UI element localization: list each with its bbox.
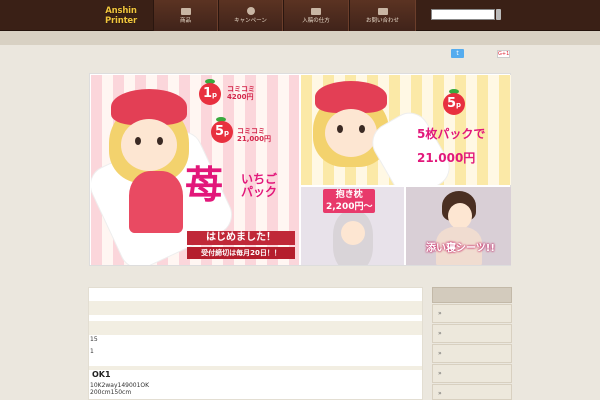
price-1: コミコミ 4200円	[227, 85, 255, 101]
logo-line-1: Anshin	[105, 6, 137, 16]
content-row	[89, 321, 422, 335]
anshin-printer-logo[interactable]: Anshin Printer	[103, 4, 139, 28]
strawberry-kanji: 苺	[185, 162, 224, 207]
sidebar-item-arrow: »	[438, 370, 442, 377]
star-icon	[246, 7, 255, 15]
sidebar-item[interactable]: »	[432, 344, 512, 363]
strawberry-label-line-2: パック	[241, 185, 278, 199]
main-content: 15 1 OK1 10K2way149001OK 200cm150cm	[88, 287, 423, 400]
sheet-panel[interactable]: 添い寝シーツ!!	[406, 187, 511, 265]
top-header: Anshin Printer 商品 キャンペーン 入稿の仕方 お問い合わせ	[0, 0, 600, 31]
five-pack-promo-line-2: 21.000円	[417, 151, 476, 165]
mail-icon	[377, 7, 388, 15]
dakimakura-price-tag: 抱き枕 2,200円～	[323, 189, 376, 213]
strawberry-pack-panel[interactable]: 1p コミコミ 4200円 5p コミコミ 21,000円 苺 いちご パック …	[91, 75, 299, 265]
sidebar-item[interactable]: »	[432, 384, 512, 400]
strawberry-label: いちご パック	[241, 173, 277, 199]
nav-item-label: 入稿の仕方	[302, 17, 330, 24]
five-pack-promo: 5枚パックで 21.000円	[417, 127, 485, 165]
sidebar-item-arrow: »	[438, 390, 442, 397]
dakimakura-tag-line-2: 2,200円～	[326, 202, 373, 212]
character-face	[448, 203, 472, 229]
launch-banner-text: はじめました！	[187, 231, 295, 245]
sidebar-item[interactable]: »	[432, 324, 512, 343]
badge-number: 5	[446, 96, 457, 111]
price-1-line-1: コミコミ	[227, 85, 255, 93]
badge-number: 1	[202, 86, 213, 101]
campaign-banner[interactable]: 1p コミコミ 4200円 5p コミコミ 21,000円 苺 いちご パック …	[89, 73, 511, 266]
dakimakura-tag-line-1: 抱き枕	[335, 190, 363, 200]
nav-item-label: お問い合わせ	[365, 17, 399, 24]
tag-icon	[180, 7, 191, 15]
nav-item-label: 商品	[179, 17, 191, 24]
search-input[interactable]	[431, 9, 495, 20]
character-eye	[135, 137, 141, 145]
sidebar-header	[432, 287, 512, 303]
five-pack-panel[interactable]: 5p 5枚パックで 21.000円	[301, 75, 511, 185]
content-text: 10K2way149001OK	[90, 382, 150, 389]
price-badge-5: 5p	[443, 93, 465, 115]
price-badge-2: 5p	[211, 121, 233, 143]
cart-icon	[311, 7, 321, 15]
nav-item-campaign[interactable]: キャンペーン	[218, 0, 283, 31]
character-eye	[337, 125, 343, 133]
content-title: OK1	[92, 370, 111, 379]
character-dress	[129, 171, 183, 233]
price-2-line-2: 21,000円	[237, 135, 272, 143]
badge-unit: p	[224, 129, 230, 137]
price-2: コミコミ 21,000円	[237, 127, 271, 143]
sidebar-item[interactable]: »	[432, 364, 512, 383]
character-eye	[157, 137, 163, 145]
content-text: 200cm150cm	[90, 389, 132, 396]
nav-item-contact[interactable]: お問い合わせ	[349, 0, 416, 31]
sidebar-item-arrow: »	[438, 350, 442, 357]
gplus-share-button[interactable]: G+1	[497, 50, 510, 58]
sidebar-item-arrow: »	[438, 310, 442, 317]
character-eye	[359, 125, 365, 133]
content-text: 15	[90, 336, 98, 343]
sidebar-item-arrow: »	[438, 330, 442, 337]
character-face	[121, 119, 177, 171]
logo-line-2: Printer	[104, 16, 137, 26]
deadline-text: 受付締切は毎月20日！！	[187, 247, 295, 259]
content-row	[89, 301, 422, 315]
badge-number: 5	[214, 124, 225, 139]
twitter-share-button[interactable]: t	[451, 49, 464, 58]
badge-unit: p	[456, 101, 462, 109]
character-face	[325, 109, 377, 157]
main-nav: 商品 キャンペーン 入稿の仕方 お問い合わせ	[153, 0, 416, 31]
price-2-line-1: コミコミ	[237, 127, 265, 135]
dakimakura-panel[interactable]: 抱き枕 2,200円～	[301, 187, 404, 265]
content-text: 1	[90, 348, 94, 355]
nav-item-label: キャンペーン	[234, 18, 267, 24]
content-row	[89, 366, 422, 370]
share-row: t G+1	[0, 49, 600, 61]
breadcrumb-band	[0, 31, 600, 45]
character-face	[341, 221, 365, 245]
badge-unit: p	[212, 91, 218, 99]
price-1-line-2: 4200円	[227, 93, 254, 101]
sidebar-item[interactable]: »	[432, 304, 512, 323]
price-badge-1: 1p	[199, 83, 221, 105]
sheet-tag: 添い寝シーツ!!	[426, 243, 495, 254]
five-pack-promo-line-1: 5枚パックで	[417, 127, 486, 141]
nav-item-products[interactable]: 商品	[153, 0, 218, 31]
nav-item-submission-guide[interactable]: 入稿の仕方	[283, 0, 349, 31]
search-button[interactable]	[496, 9, 501, 20]
